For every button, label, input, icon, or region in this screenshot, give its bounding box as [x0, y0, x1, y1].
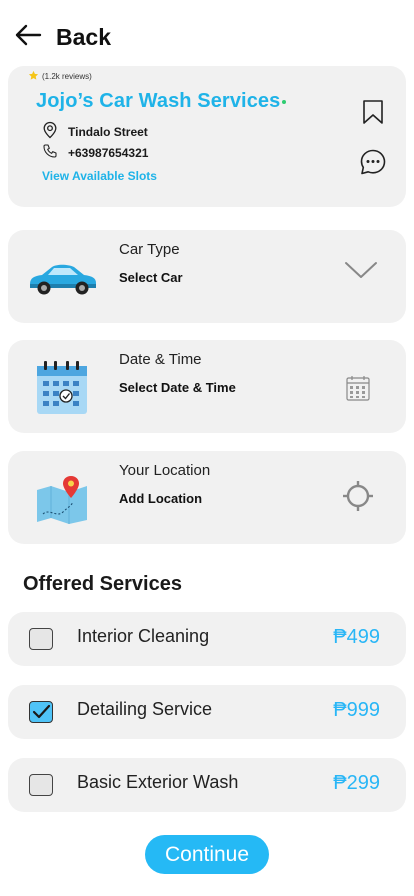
star-icon	[28, 70, 39, 83]
phone-row[interactable]: +63987654321	[42, 143, 148, 162]
chevron-down-icon[interactable]	[344, 260, 378, 285]
service-item-interior[interactable]: Interior Cleaning ₱499	[8, 612, 406, 666]
map-icon	[26, 469, 98, 529]
service-item-detailing[interactable]: Detailing Service ₱999	[8, 685, 406, 739]
shop-name-text: Jojo’s Car Wash Services	[36, 90, 281, 112]
date-time-label: Date & Time	[119, 351, 202, 368]
car-type-picker[interactable]: Car Type Select Car	[8, 230, 406, 323]
continue-button[interactable]: Continue	[145, 835, 269, 874]
address-text: Tindalo Street	[68, 124, 148, 139]
shop-card: (1.2k reviews) Jojo’s Car Wash Services …	[8, 66, 406, 207]
calendar-grid-icon[interactable]	[346, 375, 370, 406]
location-picker[interactable]: Your Location Add Location	[8, 451, 406, 544]
locate-icon[interactable]	[342, 480, 374, 517]
services-title: Offered Services	[23, 573, 182, 595]
location-pin-icon	[42, 121, 58, 142]
location-value: Add Location	[119, 491, 203, 506]
service-item-exterior[interactable]: Basic Exterior Wash ₱299	[8, 758, 406, 812]
date-time-value: Select Date & Time	[119, 380, 236, 395]
service-price: ₱299	[333, 772, 380, 794]
service-price: ₱999	[333, 699, 380, 721]
arrow-left-icon	[14, 24, 42, 51]
address-row: Tindalo Street	[42, 121, 148, 142]
bookmark-icon[interactable]	[362, 99, 384, 130]
car-type-value: Select Car	[119, 270, 183, 285]
check-icon	[32, 704, 51, 719]
date-time-picker[interactable]: Date & Time Select Date & Time	[8, 340, 406, 433]
back-label: Back	[56, 23, 111, 50]
checkbox[interactable]	[29, 774, 53, 796]
shop-name: Jojo’s Car Wash Services	[36, 90, 287, 113]
status-dot	[282, 99, 287, 104]
service-name: Detailing Service	[77, 699, 213, 719]
service-name: Interior Cleaning	[77, 626, 210, 646]
chat-icon[interactable]	[359, 148, 387, 181]
checkbox[interactable]	[29, 628, 53, 650]
phone-icon	[42, 143, 58, 162]
location-label: Your Location	[119, 462, 211, 479]
phone-text: +63987654321	[68, 145, 149, 160]
rating: (1.2k reviews)	[28, 70, 92, 83]
car-type-label: Car Type	[119, 241, 180, 258]
view-slots-link[interactable]: View Available Slots	[42, 169, 157, 183]
back-button[interactable]: Back	[14, 20, 111, 54]
car-icon	[26, 248, 98, 308]
reviews-count: (1.2k reviews)	[42, 72, 92, 81]
checkbox-checked[interactable]	[29, 701, 53, 723]
calendar-icon	[26, 358, 98, 418]
service-price: ₱499	[333, 626, 380, 648]
service-name: Basic Exterior Wash	[77, 772, 239, 792]
